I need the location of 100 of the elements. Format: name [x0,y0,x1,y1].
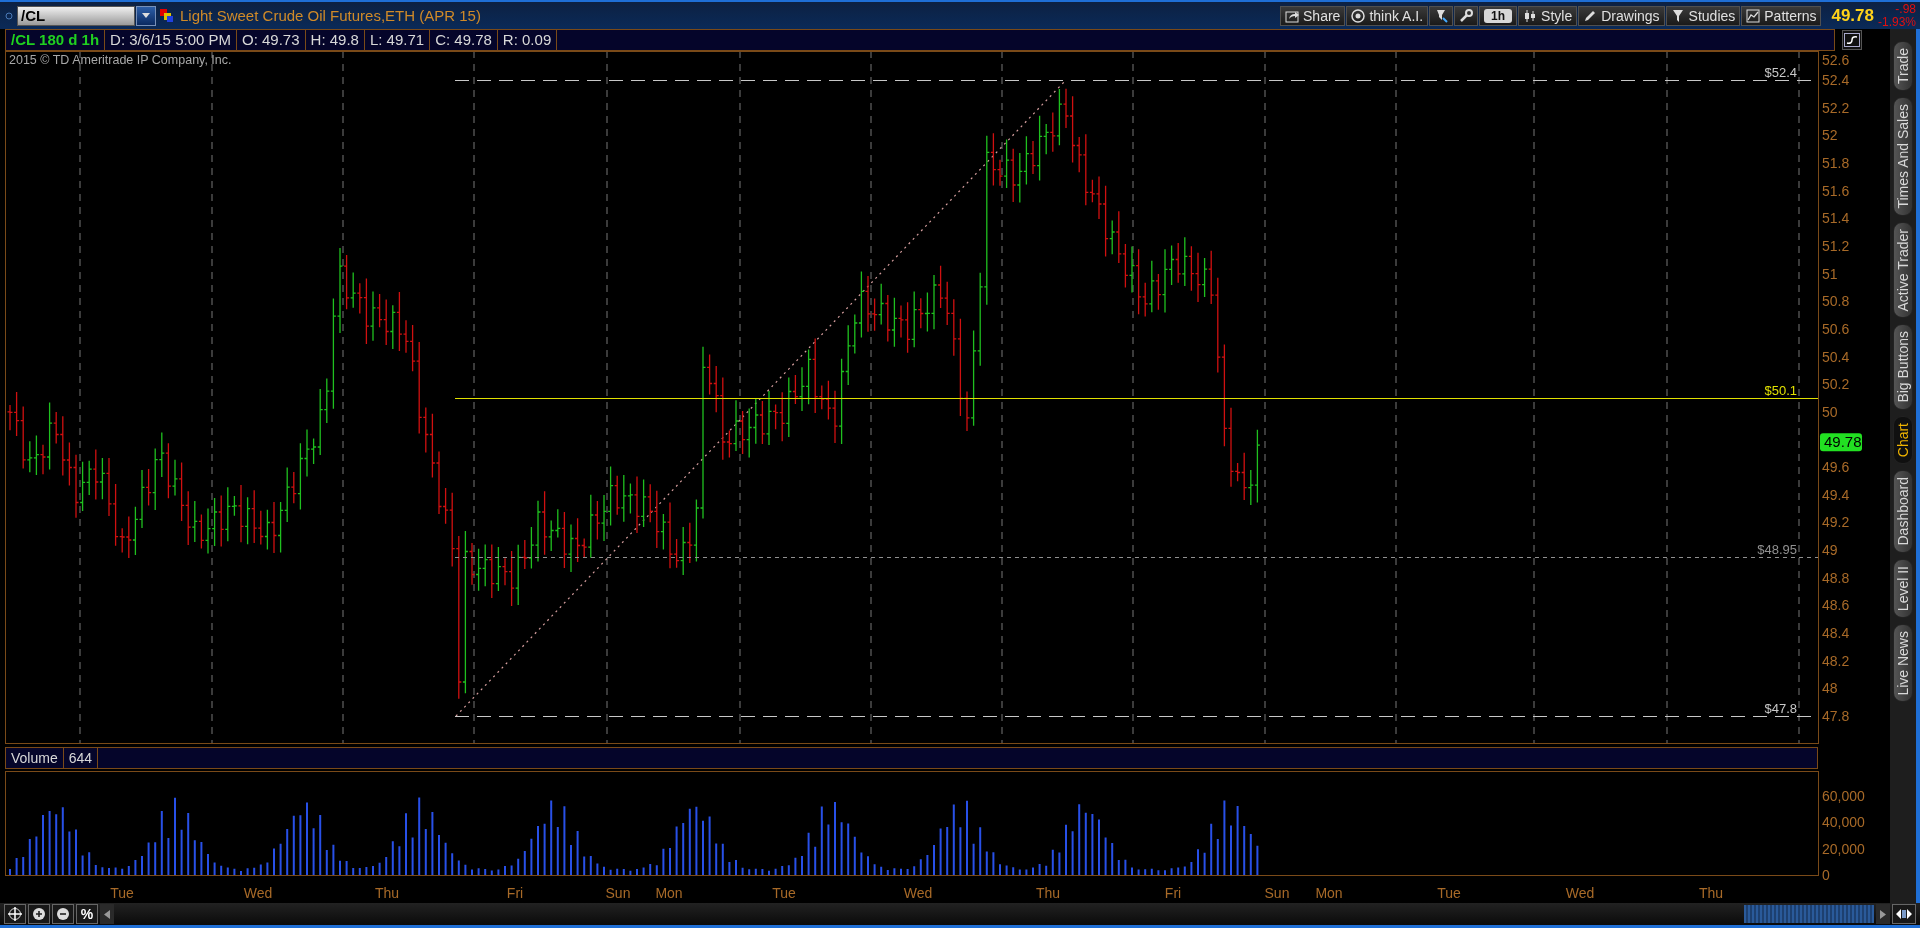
right-arrow-icon [1880,909,1886,919]
flask-button[interactable] [1429,5,1454,26]
toolbar-button[interactable]: Studies [1665,5,1741,26]
axis-label: Sun [1264,885,1290,902]
axis-label: 50 [1822,404,1838,421]
axis-label: Wed [243,885,273,902]
wrench-button[interactable] [1454,5,1479,26]
quote-field: C: 49.78 [430,30,498,51]
circle-icon [5,11,13,20]
axis-label: 40,000 [1822,814,1865,831]
resize-button[interactable] [1892,904,1916,925]
axis-label: Tue [110,885,134,902]
axis-label: 48.2 [1822,653,1850,669]
scroll-right-button[interactable] [1876,904,1890,925]
zoom-in-button[interactable] [28,904,50,925]
curve-icon [1844,33,1860,48]
axis-label: 50.4 [1822,348,1850,365]
quote-field: O: 49.73 [237,30,306,51]
axis-label: Sun [605,885,631,902]
axis-label: 52 [1822,127,1838,144]
quote-field: L: 49.71 [364,30,431,51]
axis-label: 51.6 [1822,182,1850,199]
volume-value: 644 [63,748,99,769]
copyright-notice: 2015 © TD Ameritrade IP Company, Inc. [9,53,232,68]
axis-label: Fri [506,885,524,902]
sidebar-tab[interactable]: Big Buttons [1893,324,1913,410]
double-arrow-icon [1896,908,1912,921]
axis-label: 51.2 [1822,238,1850,255]
axis-label: Wed [1565,885,1595,902]
axis-label: 48.8 [1822,570,1850,587]
axis-label: 60,000 [1822,787,1865,804]
axis-label: Fri [1164,885,1182,902]
quote-field: R: 0.09 [497,30,558,51]
axis-label: Mon [1315,885,1343,902]
axis-label: 48 [1822,680,1838,697]
axis-label: 47.8 [1822,708,1850,725]
axis-label: 49.2 [1822,514,1850,531]
percent-button[interactable]: % [76,904,98,925]
axis-label: 52.2 [1822,100,1850,116]
toolbar-button[interactable]: think A.I. [1346,5,1429,26]
share-icon [1285,8,1299,23]
axis-label: 52.6 [1822,52,1850,69]
sidebar-tab[interactable]: Level II [1893,558,1913,618]
pencil-icon [1583,8,1598,23]
axis-label: 48.4 [1822,625,1850,642]
price-level-label: $50.1 [1764,382,1797,398]
axis-label: Mon [655,885,683,902]
crosshair-icon [8,907,22,922]
axis-label: 52.4 [1822,72,1850,89]
axis-label: Thu [1698,885,1724,902]
axis-label: Tue [1437,885,1461,902]
price-level-label: $47.8 [1764,700,1797,716]
quote-field: D: 3/6/15 5:00 PM [105,30,237,51]
axis-label: 50.2 [1822,376,1850,393]
axis-label: 51.4 [1822,210,1850,227]
chart-style-button[interactable] [1842,30,1862,51]
toolbar-button[interactable]: Drawings [1578,5,1665,26]
toolbar-button[interactable]: Patterns [1741,5,1822,26]
dropdown-button[interactable] [136,5,156,26]
net-change: -.98 [1895,2,1916,16]
quote-field: H: 49.8 [305,30,365,51]
axis-label: Wed [903,885,933,902]
sidebar-tab[interactable]: Times And Sales [1893,97,1913,216]
axis-label: Tue [772,885,796,902]
zoom-out-icon [56,907,70,922]
axis-label: Thu [1035,885,1061,902]
crosshair-button[interactable] [4,904,26,925]
axis-label: 49.4 [1822,487,1850,504]
last-price: 49.78 [1831,5,1874,26]
symbol-field[interactable]: /CL [17,5,135,26]
candlestick-icon [1523,8,1538,23]
scrollbar[interactable] [1744,905,1874,924]
zoom-in-icon [32,907,46,922]
eye-icon [1351,8,1366,23]
toolbar-button[interactable]: Style [1518,5,1578,26]
line-chart-icon [1746,8,1761,23]
toolbar-button[interactable]: Share [1280,5,1346,26]
axis-label: 0 [1822,867,1830,882]
interval-button[interactable]: 1h [1479,5,1518,26]
axis-label: 51 [1822,265,1838,282]
volume-label: Volume [6,748,64,769]
symbol-description: Light Sweet Crude Oil Futures,ETH (APR 15) [180,7,481,25]
axis-label: 51.8 [1822,155,1850,172]
axis-label: 50.6 [1822,321,1850,338]
sidebar-tab[interactable]: Chart [1893,416,1913,465]
axis-label: 48.6 [1822,597,1850,614]
sidebar-tab[interactable]: Dashboard [1893,470,1913,553]
axis-label: 49.6 [1822,459,1850,476]
zoom-out-button[interactable] [52,904,74,925]
price-level-label: $52.4 [1764,64,1797,80]
axis-label: Thu [374,885,400,902]
axis-label: 50.8 [1822,293,1850,310]
axis-label: 20,000 [1822,840,1865,857]
scroll-left-button[interactable] [100,904,114,925]
sidebar-tab[interactable]: Live News [1893,623,1913,703]
axis-label: 49 [1822,542,1838,559]
caret-icon [141,11,151,20]
sidebar-tab[interactable]: Trade [1893,41,1913,92]
percent-change: -1.93% [1877,15,1916,29]
sidebar-tab[interactable]: Active Trader [1893,221,1913,319]
